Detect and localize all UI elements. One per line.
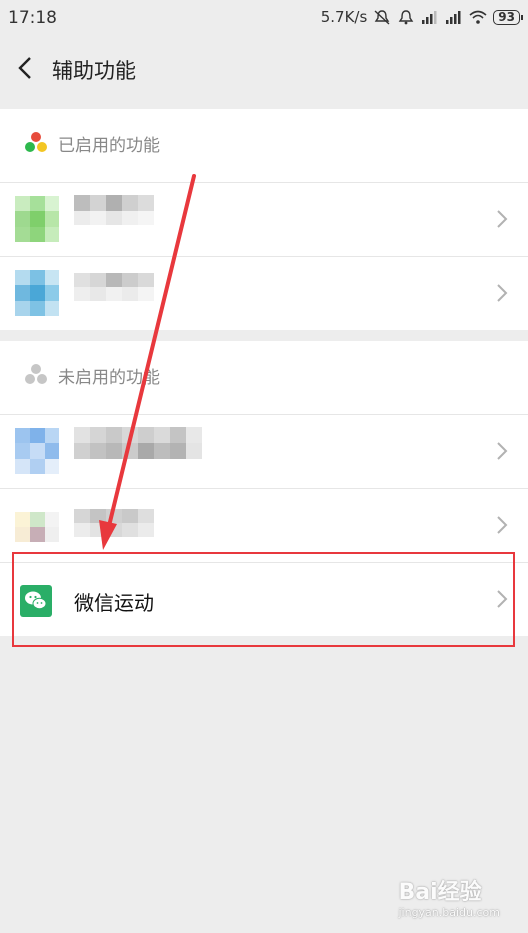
watermark: Bai经验 jingyan.baidu.com <box>398 874 500 919</box>
highlight-box <box>12 552 515 647</box>
blurred-app-icon <box>15 196 59 242</box>
three-dots-color-icon <box>25 132 47 152</box>
disabled-section-title: 未启用的功能 <box>58 368 160 388</box>
blurred-app-icon <box>15 428 59 474</box>
disabled-section-header: 未启用的功能 <box>0 341 528 415</box>
blurred-app-icon <box>15 270 59 316</box>
enabled-section-header: 已启用的功能 <box>0 109 528 183</box>
signal-icon <box>422 11 437 24</box>
chevron-right-icon <box>497 442 508 460</box>
blurred-app-icon <box>15 512 59 542</box>
blurred-text <box>74 195 154 225</box>
chevron-right-icon <box>497 284 508 302</box>
blurred-text <box>74 509 154 537</box>
list-item[interactable] <box>0 415 528 489</box>
watermark-url: jingyan.baidu.com <box>398 906 500 919</box>
chevron-right-icon <box>497 516 508 534</box>
blurred-text <box>74 427 202 459</box>
battery-icon: 93 <box>493 9 523 25</box>
mute-bell-icon <box>374 10 390 25</box>
list-item[interactable] <box>0 183 528 257</box>
alarm-icon <box>398 10 414 25</box>
signal-icon <box>446 11 461 24</box>
enabled-section-title: 已启用的功能 <box>58 136 160 156</box>
page-title: 辅助功能 <box>52 59 136 83</box>
nav-bar: 辅助功能 <box>0 36 528 100</box>
three-dots-gray-icon <box>25 364 47 384</box>
back-chevron-icon[interactable] <box>14 54 38 82</box>
wifi-icon <box>469 10 487 24</box>
enabled-section: 已启用的功能 <box>0 109 528 330</box>
status-bar: 17:18 5.7K/s 93 <box>0 0 528 36</box>
status-right: 5.7K/s 93 <box>320 8 523 26</box>
blurred-text <box>74 273 154 301</box>
status-time: 17:18 <box>8 8 57 28</box>
chevron-right-icon <box>497 210 508 228</box>
network-speed: 5.7K/s <box>320 8 368 26</box>
list-item[interactable] <box>0 257 528 330</box>
watermark-brand: Bai经验 <box>398 880 482 905</box>
